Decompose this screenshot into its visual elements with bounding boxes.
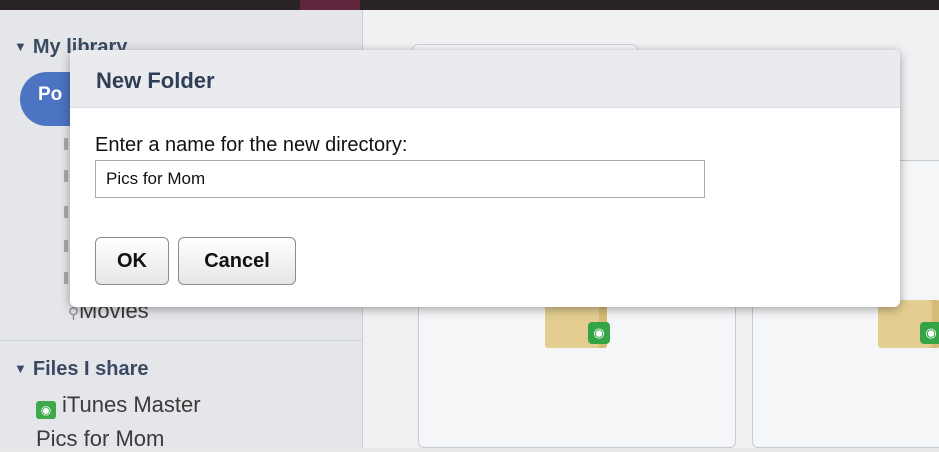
folder-name-input[interactable] bbox=[95, 160, 705, 198]
share-icon: ◉ bbox=[920, 322, 939, 344]
list-bullet bbox=[64, 272, 68, 284]
list-bullet bbox=[64, 240, 68, 252]
sidebar-item-itunes-master[interactable]: ◉ iTunes Master bbox=[36, 392, 201, 419]
top-toolbar bbox=[0, 0, 939, 10]
list-bullet bbox=[64, 170, 68, 182]
share-icon: ◉ bbox=[588, 322, 610, 344]
toolbar-highlight bbox=[300, 0, 360, 10]
section-label: Files I share bbox=[32, 358, 149, 380]
sidebar-item-pics-for-mom[interactable]: Pics for Mom bbox=[36, 426, 164, 452]
sidebar-divider bbox=[0, 340, 362, 341]
cancel-button[interactable]: Cancel bbox=[178, 237, 296, 285]
dialog-title: New Folder bbox=[96, 68, 215, 93]
dialog-prompt: Enter a name for the new directory: bbox=[95, 134, 408, 156]
movies-icon: ⚲ bbox=[68, 305, 79, 322]
sidebar-section-files-i-share[interactable]: ▼ Files I share bbox=[14, 358, 149, 381]
ok-button[interactable]: OK bbox=[95, 237, 169, 285]
list-bullet bbox=[64, 206, 68, 218]
sidebar-item-label: iTunes Master bbox=[62, 392, 201, 417]
collapse-triangle-icon[interactable]: ▼ bbox=[14, 39, 27, 54]
list-bullet bbox=[64, 138, 68, 150]
new-folder-dialog: New Folder Enter a name for the new dire… bbox=[70, 50, 900, 307]
sidebar-item-label: Pics for Mom bbox=[36, 426, 165, 451]
collapse-triangle-icon[interactable]: ▼ bbox=[14, 361, 27, 376]
share-icon: ◉ bbox=[36, 401, 56, 419]
user-label: Po bbox=[38, 84, 63, 105]
